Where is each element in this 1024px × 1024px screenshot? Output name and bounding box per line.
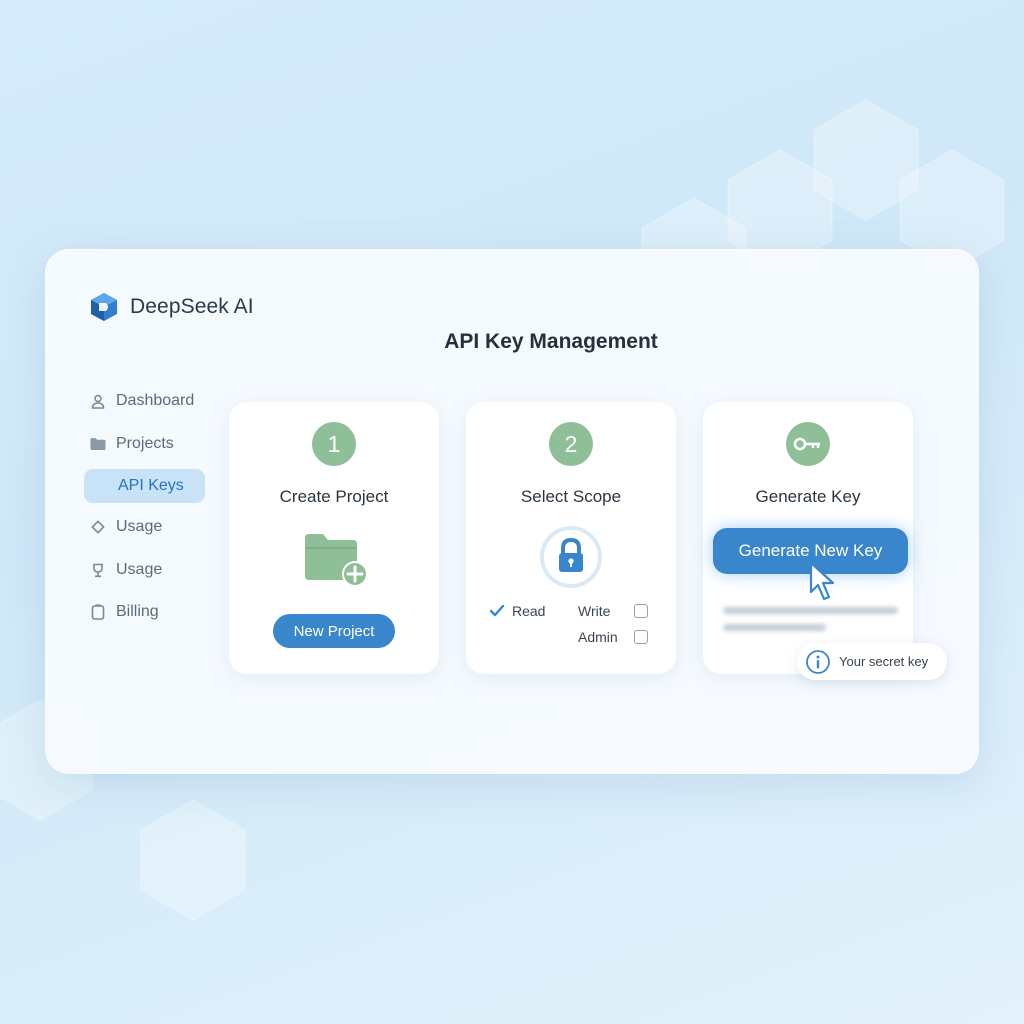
sidebar-item-dashboard[interactable]: Dashboard [84,384,205,418]
sidebar-item-projects[interactable]: Projects [84,427,205,461]
folder-icon [90,436,106,452]
sidebar-item-label: Usage [116,518,163,535]
key-icon [786,422,830,466]
scope-admin[interactable]: Admin [578,629,648,645]
masked-key-line [723,607,898,614]
trophy-icon [90,562,106,578]
scope-label: Read [512,603,546,619]
sidebar-item-label: Projects [116,435,174,452]
page-title: API Key Management [444,330,658,353]
secret-key-tooltip: Your secret key [797,643,947,680]
new-project-button[interactable]: New Project [273,614,395,648]
sidebar-item-usage-2[interactable]: Usage [84,553,205,587]
sidebar-item-label: Dashboard [116,392,195,409]
scope-read[interactable]: Read [489,603,545,619]
step-number: 2 [549,422,593,466]
step-card-select-scope: 2 Select Scope Read Write Admin [466,402,676,674]
brand-name: DeepSeek AI [130,295,254,318]
step-card-create-project: 1 Create Project New Project [229,402,439,674]
step-card-generate-key: Generate Key Generate New Key [703,402,913,674]
step-title: Generate Key [755,487,861,506]
sidebar-item-billing[interactable]: Billing [84,595,205,629]
clipboard-icon [90,604,106,620]
check-icon [489,604,505,617]
diamond-icon [90,519,106,535]
sidebar-item-label: Billing [116,603,159,620]
sidebar-item-usage[interactable]: Usage [84,510,205,544]
write-checkbox[interactable] [634,604,649,618]
scope-label: Write [578,603,611,619]
sidebar-item-label: API Keys [118,477,184,494]
step-number: 1 [312,422,356,466]
brand[interactable]: DeepSeek AI [88,291,254,323]
masked-key-line [723,624,826,631]
step-title: Select Scope [520,487,622,506]
step-title: Create Project [279,487,389,506]
cursor-pointer-icon [809,561,835,601]
info-icon [806,649,830,674]
admin-checkbox[interactable] [633,630,648,644]
scope-write[interactable]: Write [578,603,649,619]
deepseek-logo-icon [91,293,117,321]
user-icon [90,393,106,409]
folder-plus-icon [305,534,368,587]
sidebar-item-label: Usage [116,561,163,578]
sidebar-item-api-keys[interactable]: API Keys [84,469,205,503]
tooltip-text: Your secret key [839,654,929,669]
scope-label: Admin [578,629,618,645]
lock-icon [540,526,602,588]
